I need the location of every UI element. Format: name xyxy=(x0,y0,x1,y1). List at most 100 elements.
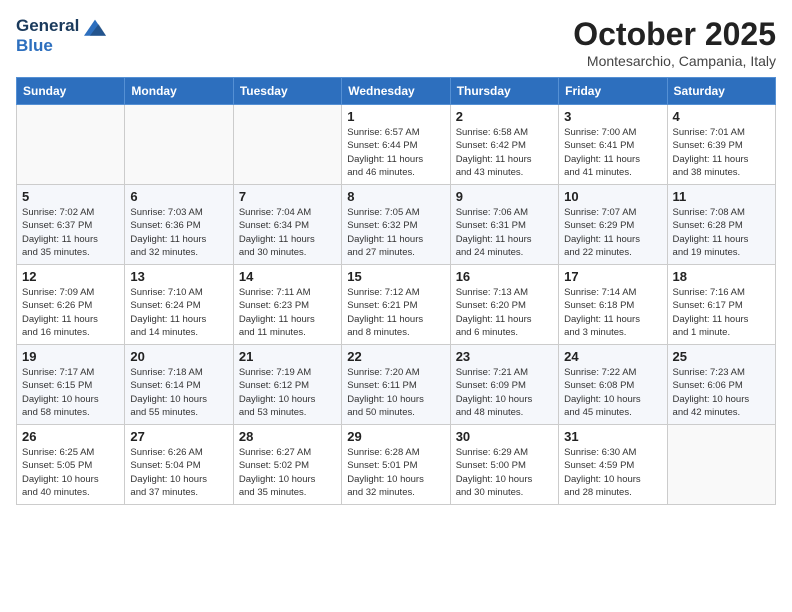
day-info: Sunrise: 7:21 AM Sunset: 6:09 PM Dayligh… xyxy=(456,366,553,419)
day-info: Sunrise: 7:10 AM Sunset: 6:24 PM Dayligh… xyxy=(130,286,227,339)
day-info: Sunrise: 7:17 AM Sunset: 6:15 PM Dayligh… xyxy=(22,366,119,419)
week-row-4: 26 Sunrise: 6:25 AM Sunset: 5:05 PM Dayli… xyxy=(17,425,776,505)
day-number: 29 xyxy=(347,429,444,444)
day-cell: 1 Sunrise: 6:57 AM Sunset: 6:44 PM Daylig… xyxy=(342,105,450,185)
day-cell: 10Sunrise: 7:07 AM Sunset: 6:29 PM Dayli… xyxy=(559,185,667,265)
day-number: 16 xyxy=(456,269,553,284)
day-number: 21 xyxy=(239,349,336,364)
day-number: 9 xyxy=(456,189,553,204)
day-info: Sunrise: 7:02 AM Sunset: 6:37 PM Dayligh… xyxy=(22,206,119,259)
day-info: Sunrise: 6:29 AM Sunset: 5:00 PM Dayligh… xyxy=(456,446,553,499)
day-info: Sunrise: 6:58 AM Sunset: 6:42 PM Dayligh… xyxy=(456,126,553,179)
day-number: 15 xyxy=(347,269,444,284)
day-cell: 31 Sunrise: 6:30 AM Sunset: 4:59 PM Dayli… xyxy=(559,425,667,505)
day-info: Sunrise: 7:14 AM Sunset: 6:18 PM Dayligh… xyxy=(564,286,661,339)
day-number: 24 xyxy=(564,349,661,364)
day-number: 2 xyxy=(456,109,553,124)
day-number: 18 xyxy=(673,269,770,284)
day-number: 7 xyxy=(239,189,336,204)
day-cell xyxy=(667,425,775,505)
day-info: Sunrise: 7:23 AM Sunset: 6:06 PM Dayligh… xyxy=(673,366,770,419)
day-number: 28 xyxy=(239,429,336,444)
day-cell: 4 Sunrise: 7:01 AM Sunset: 6:39 PM Daylig… xyxy=(667,105,775,185)
day-cell: 14 Sunrise: 7:11 AM Sunset: 6:23 PM Dayli… xyxy=(233,265,341,345)
day-cell: 28 Sunrise: 6:27 AM Sunset: 5:02 PM Dayli… xyxy=(233,425,341,505)
day-info: Sunrise: 7:06 AM Sunset: 6:31 PM Dayligh… xyxy=(456,206,553,259)
week-row-0: 1 Sunrise: 6:57 AM Sunset: 6:44 PM Daylig… xyxy=(17,105,776,185)
day-cell: 19 Sunrise: 7:17 AM Sunset: 6:15 PM Dayli… xyxy=(17,345,125,425)
day-number: 17 xyxy=(564,269,661,284)
col-header-wednesday: Wednesday xyxy=(342,78,450,105)
day-info: Sunrise: 7:03 AM Sunset: 6:36 PM Dayligh… xyxy=(130,206,227,259)
day-number: 20 xyxy=(130,349,227,364)
day-cell: 26 Sunrise: 6:25 AM Sunset: 5:05 PM Dayli… xyxy=(17,425,125,505)
day-number: 26 xyxy=(22,429,119,444)
day-info: Sunrise: 7:11 AM Sunset: 6:23 PM Dayligh… xyxy=(239,286,336,339)
header-row: SundayMondayTuesdayWednesdayThursdayFrid… xyxy=(17,78,776,105)
day-info: Sunrise: 7:08 AM Sunset: 6:28 PM Dayligh… xyxy=(673,206,770,259)
day-cell: 21 Sunrise: 7:19 AM Sunset: 6:12 PM Dayli… xyxy=(233,345,341,425)
day-cell: 25 Sunrise: 7:23 AM Sunset: 6:06 PM Dayli… xyxy=(667,345,775,425)
day-info: Sunrise: 7:18 AM Sunset: 6:14 PM Dayligh… xyxy=(130,366,227,419)
day-cell xyxy=(233,105,341,185)
page-header: General Blue October 2025 Montesarchio, … xyxy=(16,16,776,69)
day-info: Sunrise: 7:16 AM Sunset: 6:17 PM Dayligh… xyxy=(673,286,770,339)
day-number: 31 xyxy=(564,429,661,444)
day-cell xyxy=(125,105,233,185)
day-cell: 12 Sunrise: 7:09 AM Sunset: 6:26 PM Dayli… xyxy=(17,265,125,345)
day-number: 19 xyxy=(22,349,119,364)
title-block: October 2025 Montesarchio, Campania, Ita… xyxy=(573,16,776,69)
day-info: Sunrise: 7:09 AM Sunset: 6:26 PM Dayligh… xyxy=(22,286,119,339)
day-cell: 7Sunrise: 7:04 AM Sunset: 6:34 PM Daylig… xyxy=(233,185,341,265)
day-number: 4 xyxy=(673,109,770,124)
calendar-table: SundayMondayTuesdayWednesdayThursdayFrid… xyxy=(16,77,776,505)
day-info: Sunrise: 6:57 AM Sunset: 6:44 PM Dayligh… xyxy=(347,126,444,179)
day-info: Sunrise: 6:25 AM Sunset: 5:05 PM Dayligh… xyxy=(22,446,119,499)
day-number: 23 xyxy=(456,349,553,364)
week-row-2: 12 Sunrise: 7:09 AM Sunset: 6:26 PM Dayli… xyxy=(17,265,776,345)
day-number: 5 xyxy=(22,189,119,204)
day-number: 1 xyxy=(347,109,444,124)
day-cell: 18 Sunrise: 7:16 AM Sunset: 6:17 PM Dayli… xyxy=(667,265,775,345)
day-info: Sunrise: 6:27 AM Sunset: 5:02 PM Dayligh… xyxy=(239,446,336,499)
day-cell: 9 Sunrise: 7:06 AM Sunset: 6:31 PM Daylig… xyxy=(450,185,558,265)
day-number: 10 xyxy=(564,189,661,204)
col-header-tuesday: Tuesday xyxy=(233,78,341,105)
day-info: Sunrise: 7:00 AM Sunset: 6:41 PM Dayligh… xyxy=(564,126,661,179)
day-number: 3 xyxy=(564,109,661,124)
logo: General Blue xyxy=(16,16,106,55)
day-cell: 30 Sunrise: 6:29 AM Sunset: 5:00 PM Dayli… xyxy=(450,425,558,505)
location-subtitle: Montesarchio, Campania, Italy xyxy=(573,53,776,69)
day-info: Sunrise: 7:01 AM Sunset: 6:39 PM Dayligh… xyxy=(673,126,770,179)
day-info: Sunrise: 7:22 AM Sunset: 6:08 PM Dayligh… xyxy=(564,366,661,419)
day-cell: 2 Sunrise: 6:58 AM Sunset: 6:42 PM Daylig… xyxy=(450,105,558,185)
day-cell: 15Sunrise: 7:12 AM Sunset: 6:21 PM Dayli… xyxy=(342,265,450,345)
day-cell: 24 Sunrise: 7:22 AM Sunset: 6:08 PM Dayli… xyxy=(559,345,667,425)
day-cell xyxy=(17,105,125,185)
day-info: Sunrise: 7:19 AM Sunset: 6:12 PM Dayligh… xyxy=(239,366,336,419)
day-cell: 6Sunrise: 7:03 AM Sunset: 6:36 PM Daylig… xyxy=(125,185,233,265)
day-number: 30 xyxy=(456,429,553,444)
day-number: 11 xyxy=(673,189,770,204)
day-info: Sunrise: 7:13 AM Sunset: 6:20 PM Dayligh… xyxy=(456,286,553,339)
day-number: 12 xyxy=(22,269,119,284)
col-header-thursday: Thursday xyxy=(450,78,558,105)
day-cell: 23 Sunrise: 7:21 AM Sunset: 6:09 PM Dayli… xyxy=(450,345,558,425)
week-row-1: 5 Sunrise: 7:02 AM Sunset: 6:37 PM Daylig… xyxy=(17,185,776,265)
day-cell: 29Sunrise: 6:28 AM Sunset: 5:01 PM Dayli… xyxy=(342,425,450,505)
day-info: Sunrise: 7:05 AM Sunset: 6:32 PM Dayligh… xyxy=(347,206,444,259)
month-title: October 2025 xyxy=(573,16,776,53)
week-row-3: 19 Sunrise: 7:17 AM Sunset: 6:15 PM Dayli… xyxy=(17,345,776,425)
logo-line1: General xyxy=(16,16,106,36)
day-info: Sunrise: 6:30 AM Sunset: 4:59 PM Dayligh… xyxy=(564,446,661,499)
col-header-sunday: Sunday xyxy=(17,78,125,105)
day-cell: 27Sunrise: 6:26 AM Sunset: 5:04 PM Dayli… xyxy=(125,425,233,505)
day-cell: 17 Sunrise: 7:14 AM Sunset: 6:18 PM Dayli… xyxy=(559,265,667,345)
day-cell: 3 Sunrise: 7:00 AM Sunset: 6:41 PM Daylig… xyxy=(559,105,667,185)
day-number: 27 xyxy=(130,429,227,444)
day-number: 14 xyxy=(239,269,336,284)
day-number: 25 xyxy=(673,349,770,364)
col-header-monday: Monday xyxy=(125,78,233,105)
col-header-friday: Friday xyxy=(559,78,667,105)
day-cell: 5 Sunrise: 7:02 AM Sunset: 6:37 PM Daylig… xyxy=(17,185,125,265)
